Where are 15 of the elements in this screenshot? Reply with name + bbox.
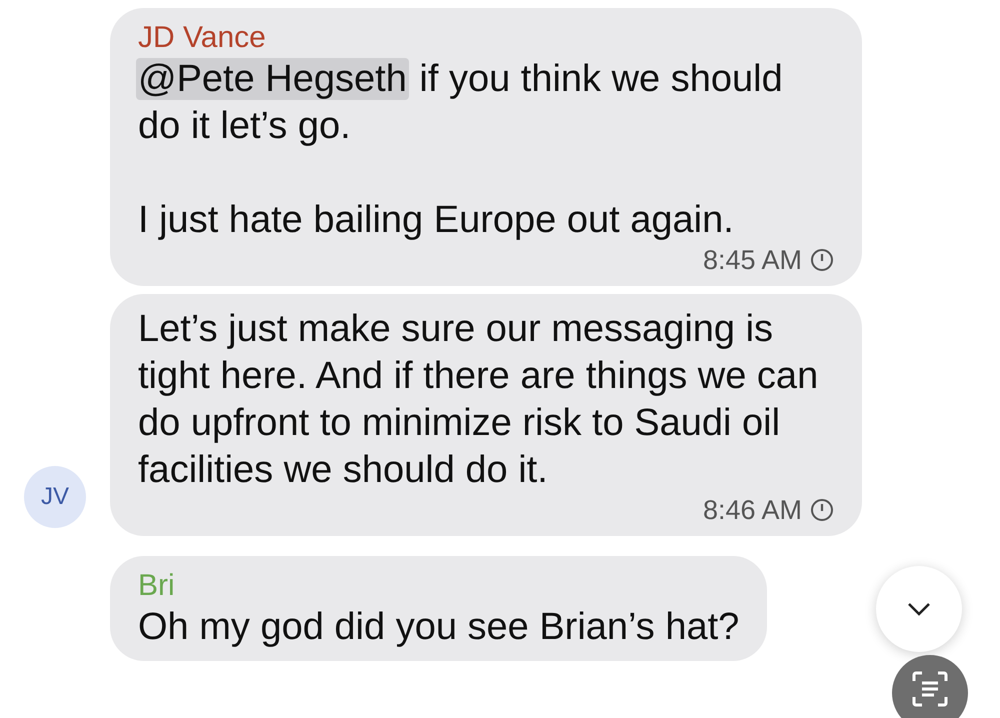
message-text: @Pete Hegseth if you think we should do it let’s go. bbox=[138, 57, 784, 149]
scan-button[interactable] bbox=[892, 655, 968, 718]
scan-icon bbox=[910, 669, 950, 709]
message-text: I just hate bailing Europe out again. bbox=[138, 198, 735, 243]
status-icon bbox=[810, 498, 834, 522]
message-text: Let’s just make sure our messaging is tight here. And if there are things we can do upfront to minimize risk to Saudi oil facilities we should do it. bbox=[138, 307, 820, 493]
status-icon bbox=[810, 248, 834, 272]
chevron-down-icon bbox=[906, 601, 932, 617]
avatar[interactable]: JV bbox=[24, 466, 86, 528]
sender-name: Bri bbox=[138, 568, 176, 604]
message-time: 8:46 AM bbox=[702, 494, 802, 526]
sender-name: JD Vance bbox=[138, 20, 267, 56]
mention-link[interactable]: @Pete Hegseth bbox=[136, 58, 409, 100]
message-text: Oh my god did you see Brian’s hat? bbox=[138, 605, 740, 650]
message-time: 8:45 AM bbox=[702, 244, 802, 276]
